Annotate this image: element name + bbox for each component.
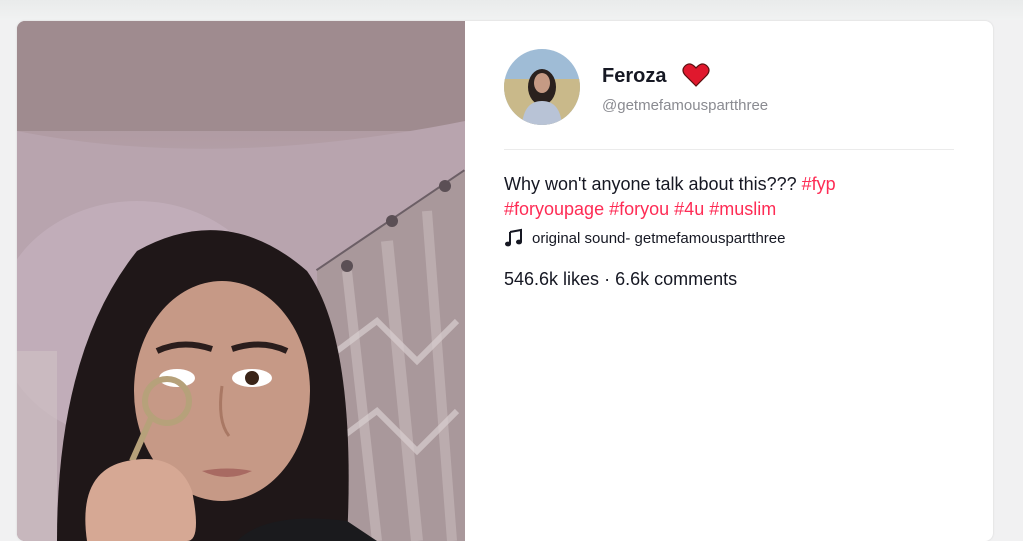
- hashtag-muslim[interactable]: #muslim: [709, 199, 776, 219]
- heart-icon: [682, 63, 710, 87]
- likes-count: 546.6k likes: [504, 269, 600, 289]
- post-stats: 546.6k likes · 6.6k comments: [504, 269, 737, 290]
- caption-text: Why won't anyone talk about this???: [504, 174, 797, 194]
- music-note-icon: [505, 228, 522, 247]
- video-player[interactable]: [17, 21, 465, 541]
- video-frame: [17, 21, 465, 541]
- sound-link[interactable]: original sound- getmefamouspartthree: [504, 228, 785, 248]
- hashtag-fyp[interactable]: #fyp: [802, 174, 836, 194]
- comments-count: 6.6k comments: [615, 269, 738, 289]
- hashtag-foryou[interactable]: #foryou: [609, 199, 669, 219]
- post-card: Feroza @getmefamouspartthree Why won't a…: [17, 21, 993, 541]
- author-handle[interactable]: @getmefamouspartthree: [602, 97, 768, 114]
- divider: [504, 149, 954, 150]
- avatar-image: [504, 49, 580, 125]
- post-info-panel: Feroza @getmefamouspartthree Why won't a…: [465, 21, 993, 541]
- post-caption: Why won't anyone talk about this??? #fyp…: [504, 172, 904, 222]
- author-name[interactable]: Feroza: [602, 65, 666, 88]
- sound-label: original sound- getmefamouspartthree: [532, 229, 786, 247]
- hashtag-4u[interactable]: #4u: [674, 199, 704, 219]
- hashtag-foryoupage[interactable]: #foryoupage: [504, 199, 604, 219]
- stats-separator: ·: [604, 269, 611, 289]
- avatar[interactable]: [504, 49, 580, 125]
- top-bar: [0, 0, 1023, 20]
